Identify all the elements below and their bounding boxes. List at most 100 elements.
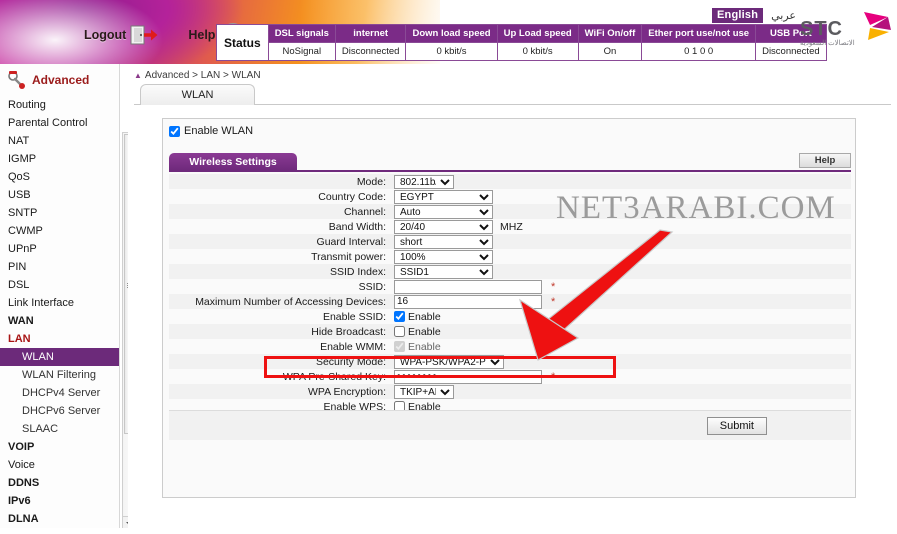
logout-icon <box>130 25 158 45</box>
security-mode-select[interactable]: WPA-PSK/WPA2-PSK <box>394 354 504 369</box>
section-underline <box>169 170 851 172</box>
wrench-gear-icon <box>8 71 25 89</box>
sidebar-item-lan[interactable]: LAN <box>0 330 119 348</box>
enable-ssid-checkbox[interactable] <box>394 311 405 322</box>
stc-emblem-icon <box>864 12 891 40</box>
sidebar-item-link-interface[interactable]: Link Interface <box>0 294 119 312</box>
hide-broadcast-checkbox-wrap[interactable]: Enable <box>394 326 441 338</box>
tab-strip: WLAN <box>134 84 891 105</box>
form-row-wpa-preshared-key: WPA Pre-Shared Key: * <box>169 369 851 384</box>
sidebar-item-upnp[interactable]: UPnP <box>0 240 119 258</box>
form-row-max-devices: Maximum Number of Accessing Devices: * <box>169 294 851 309</box>
form-row-security-mode: Security Mode: WPA-PSK/WPA2-PSK <box>169 354 851 369</box>
help-label: Help <box>188 28 216 42</box>
submit-button[interactable]: Submit <box>706 416 767 435</box>
ssid-input[interactable] <box>394 279 542 294</box>
enable-ssid-text: Enable <box>408 310 441 323</box>
label-wpa-encryption: WPA Encryption: <box>307 385 386 398</box>
wpa-encryption-select[interactable]: TKIP+AES <box>394 384 454 399</box>
breadcrumb-caret-icon: ▲ <box>134 71 142 80</box>
status-head: DSL signals <box>268 25 335 42</box>
sidebar-item-ipv6[interactable]: IPv6 <box>0 492 119 510</box>
sidebar-item-wlan-filtering[interactable]: WLAN Filtering <box>0 366 119 384</box>
router-admin-page: Logout Help ? Status <box>0 0 897 534</box>
page-header: Logout Help ? Status <box>0 0 897 64</box>
breadcrumb: ▲ Advanced > LAN > WLAN <box>134 70 261 81</box>
channel-select[interactable]: Auto <box>394 204 493 219</box>
sidebar-item-qos[interactable]: QoS <box>0 168 119 186</box>
transmit-power-select[interactable]: 100% <box>394 249 493 264</box>
sidebar-item-pin[interactable]: PIN <box>0 258 119 276</box>
sidebar-item-sntp[interactable]: SNTP <box>0 204 119 222</box>
mode-select[interactable]: 802.11b/g/n <box>394 174 454 189</box>
page-bottom-strip <box>0 528 897 534</box>
panel-help-button[interactable]: Help <box>799 153 851 168</box>
max-devices-input[interactable] <box>394 294 542 309</box>
form-row-ssid: SSID: * <box>169 279 851 294</box>
sidebar-item-voice[interactable]: Voice <box>0 456 119 474</box>
sidebar-item-ddns[interactable]: DDNS <box>0 474 119 492</box>
status-column: internet Disconnected <box>335 25 407 60</box>
wireless-settings-form: Mode: 802.11b/g/n Country Code: EGYPT Ch… <box>169 174 851 429</box>
status-value: On <box>578 42 642 60</box>
sidebar-item-dlna[interactable]: DLNA <box>0 510 119 528</box>
logout-button[interactable]: Logout <box>84 24 158 46</box>
sidebar-item-usb[interactable]: USB <box>0 186 119 204</box>
sidebar-advanced-label: Advanced <box>32 73 90 87</box>
guard-interval-select[interactable]: short <box>394 234 493 249</box>
label-guard-interval: Guard Interval: <box>316 235 386 248</box>
sidebar-item-wan[interactable]: WAN <box>0 312 119 330</box>
status-bar: Status DSL signals NoSignal internet Dis… <box>216 24 827 61</box>
enable-wlan-row: Enable WLAN <box>169 125 253 137</box>
ssid-index-select[interactable]: SSID1 <box>394 264 493 279</box>
sidebar-item-dhcpv4-server[interactable]: DHCPv4 Server <box>0 384 119 402</box>
logout-label: Logout <box>84 28 127 42</box>
wireless-settings-tab[interactable]: Wireless Settings <box>169 153 297 170</box>
label-channel: Channel: <box>343 205 386 218</box>
sidebar-group-advanced[interactable]: Advanced <box>0 64 119 96</box>
label-hide-broadcast: Hide Broadcast: <box>311 325 386 338</box>
sidebar-item-voip[interactable]: VOIP <box>0 438 119 456</box>
status-value: 0 kbit/s <box>497 42 578 60</box>
label-security-mode: Security Mode: <box>315 355 386 368</box>
ssid-required-marker: * <box>551 280 556 293</box>
enable-ssid-checkbox-wrap[interactable]: Enable <box>394 311 441 323</box>
status-column: Up Load speed 0 kbit/s <box>497 25 579 60</box>
sidebar-item-dsl[interactable]: DSL <box>0 276 119 294</box>
max-devices-required-marker: * <box>551 295 556 308</box>
status-column: Down load speed 0 kbit/s <box>406 25 498 60</box>
sidebar-item-parental-control[interactable]: Parental Control <box>0 114 119 132</box>
tab-wlan[interactable]: WLAN <box>140 84 255 105</box>
sidebar-item-routing[interactable]: Routing <box>0 96 119 114</box>
label-ssid-index: SSID Index: <box>329 265 386 278</box>
wireless-settings-panel: Enable WLAN Wireless Settings Help Mode:… <box>162 118 856 498</box>
form-row-enable-wmm: Enable WMM: Enable <box>169 339 851 354</box>
country-code-select[interactable]: EGYPT <box>394 189 493 204</box>
status-value: Disconnected <box>335 42 406 60</box>
sidebar-item-wlan[interactable]: WLAN <box>0 348 119 366</box>
sidebar-item-igmp[interactable]: IGMP <box>0 150 119 168</box>
status-value: 0 kbit/s <box>406 42 497 60</box>
enable-wlan-checkbox[interactable] <box>169 125 180 137</box>
status-value: 0 1 0 0 <box>642 42 756 60</box>
status-column: DSL signals NoSignal <box>268 25 336 60</box>
status-head: WiFi On/off <box>578 25 642 42</box>
sidebar-item-cwmp[interactable]: CWMP <box>0 222 119 240</box>
form-row-channel: Channel: Auto <box>169 204 851 219</box>
form-row-hide-broadcast: Hide Broadcast: Enable <box>169 324 851 339</box>
label-wpa-preshared-key: WPA Pre-Shared Key: <box>282 370 386 383</box>
band-width-select[interactable]: 20/40 <box>394 219 493 234</box>
wpa-preshared-key-input[interactable] <box>394 369 542 384</box>
sidebar-item-slaac[interactable]: SLAAC <box>0 420 119 438</box>
sidebar-item-nat[interactable]: NAT <box>0 132 119 150</box>
sidebar-navigation: Advanced Routing Parental Control NAT IG… <box>0 64 120 534</box>
stc-logo-text: STC <box>800 18 843 40</box>
form-row-guard-interval: Guard Interval: short <box>169 234 851 249</box>
label-enable-ssid: Enable SSID: <box>322 310 386 323</box>
hide-broadcast-text: Enable <box>408 325 441 338</box>
language-arabic-link[interactable]: عربي <box>771 9 796 22</box>
hide-broadcast-checkbox[interactable] <box>394 326 405 337</box>
language-english-link[interactable]: English <box>712 8 764 23</box>
sidebar-item-dhcpv6-server[interactable]: DHCPv6 Server <box>0 402 119 420</box>
status-head: Down load speed <box>406 25 497 42</box>
